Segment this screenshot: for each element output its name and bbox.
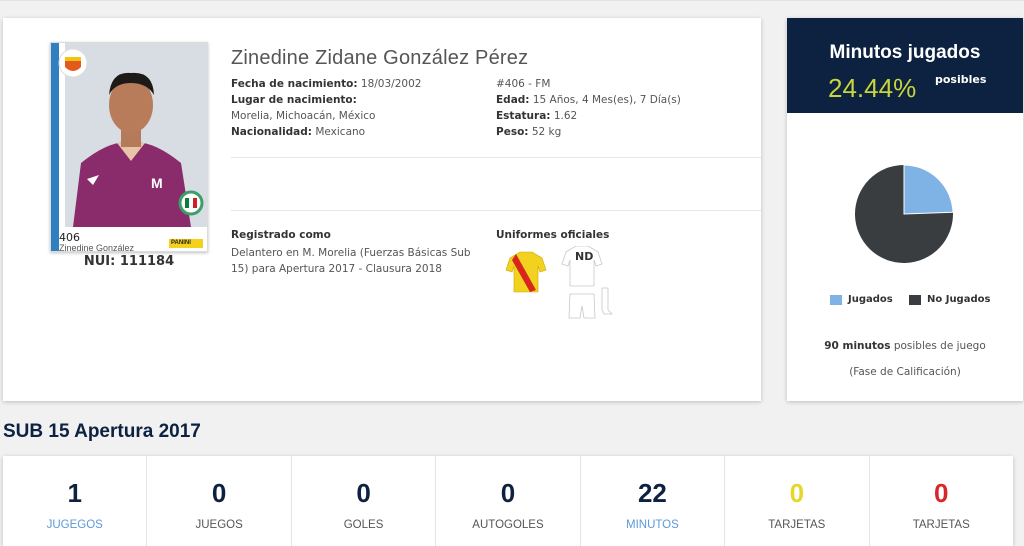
stat-cell: 0 TARJETAS xyxy=(725,456,870,546)
weight-label: Peso: xyxy=(496,126,529,138)
registered-title: Registrado como xyxy=(231,229,331,241)
stat-value: 0 xyxy=(789,478,805,508)
stat-label: TARJETAS xyxy=(912,519,970,531)
player-profile-card: M 406 Zinedine González PANINI NUI: 1111… xyxy=(3,18,761,401)
minutes-percent: 24.44% xyxy=(828,73,917,103)
minutes-note-text: posibles de juego xyxy=(893,340,986,352)
stat-cell: 1 JUGEGOS xyxy=(3,456,148,546)
stat-label: AUTOGOLES xyxy=(472,519,544,531)
player-info-left: Fecha de nacimiento: 18/03/2002 Lugar de… xyxy=(231,76,421,140)
player-sticker: M 406 Zinedine González PANINI xyxy=(50,42,208,252)
stat-cell: 0 AUTOGOLES xyxy=(436,456,581,546)
minutes-header: Minutos jugados 24.44% posibles xyxy=(787,18,1023,113)
nui-number: NUI: 111184 xyxy=(83,254,175,269)
legend-not-played: No Jugados xyxy=(909,294,990,305)
birthplace-value: Morelia, Michoacán, México xyxy=(231,110,376,122)
stat-label: GOLES xyxy=(343,519,384,531)
player-name: Zinedine Zidane González Pérez xyxy=(231,47,529,69)
stat-value: 0 xyxy=(356,478,371,508)
registered-text: Delantero en M. Morelia (Fuerzas Básicas… xyxy=(231,247,471,275)
weight-value: 52 kg xyxy=(531,126,562,138)
legend-played: Jugados xyxy=(830,294,893,305)
age-value: 15 Años, 4 Mes(es), 7 Día(s) xyxy=(532,94,681,106)
stat-value: 1 xyxy=(67,478,82,508)
stat-label: TARJETAS xyxy=(768,519,826,531)
player-info-right: #406 - FM Edad: 15 Años, 4 Mes(es), 7 Dí… xyxy=(496,76,681,140)
nationality-label: Nacionalidad: xyxy=(231,126,312,138)
stat-value: 0 xyxy=(211,478,227,508)
stat-label: MINUTOS xyxy=(625,519,679,531)
stat-cell: 0 GOLES xyxy=(292,456,437,546)
nationality-value: Mexicano xyxy=(315,126,366,138)
legend-not-played-label: No Jugados xyxy=(927,294,991,305)
height-label: Estatura: xyxy=(496,110,551,122)
player-photo: M xyxy=(51,43,207,251)
legend-played-label: Jugados xyxy=(848,294,893,305)
stat-value: 0 xyxy=(934,478,949,508)
stat-label: JUGEGOS xyxy=(46,519,103,531)
divider xyxy=(231,157,761,158)
uniforms-title: Uniformes oficiales xyxy=(496,229,610,241)
player-code: #406 - FM xyxy=(496,78,551,90)
stats-bar: 1 JUGEGOS 0 JUEGOS 0 GOLES 0 AUTOGOLES 22 MINUTOS… xyxy=(3,456,1013,546)
birthdate-value: 18/03/2002 xyxy=(360,78,422,90)
uniforms: ND xyxy=(496,245,626,326)
legend-not-played-swatch xyxy=(909,294,921,305)
uniform-away-label: ND xyxy=(575,250,594,263)
stat-value: 0 xyxy=(500,478,516,508)
birthdate-label: Fecha de nacimiento: xyxy=(231,78,358,90)
minutes-pie-chart xyxy=(855,164,954,263)
stat-value: 22 xyxy=(637,478,667,508)
top-border xyxy=(0,0,1024,1)
uniform-home-icon xyxy=(505,245,613,319)
minutes-note-value: 90 minutos xyxy=(824,340,891,352)
minutes-phase: (Fase de Calificación) xyxy=(849,366,961,378)
birthplace-label: Lugar de nacimiento: xyxy=(231,94,357,106)
stat-label: JUEGOS xyxy=(195,519,243,531)
section-title: SUB 15 Apertura 2017 xyxy=(3,421,201,442)
stat-cell: 0 TARJETAS xyxy=(870,456,1013,546)
minutes-note: 90 minutos posibles de juego xyxy=(787,340,1023,352)
svg-text:M: M xyxy=(151,175,163,191)
age-label: Edad: xyxy=(496,94,530,106)
stat-cell: 22 MINUTOS xyxy=(581,456,726,546)
minutes-title: Minutos jugados xyxy=(829,42,981,63)
minutes-posibles: posibles xyxy=(935,73,987,86)
stat-cell: 0 JUEGOS xyxy=(147,456,292,546)
sticker-name: Zinedine González xyxy=(59,243,135,252)
legend-played-swatch xyxy=(830,294,842,305)
height-value: 1.62 xyxy=(553,110,578,122)
panini-logo: PANINI xyxy=(171,240,191,246)
minutes-played-card: Minutos jugados 24.44% posibles Jugados … xyxy=(787,18,1023,401)
pie-slice-played xyxy=(903,164,954,215)
divider xyxy=(231,210,761,211)
